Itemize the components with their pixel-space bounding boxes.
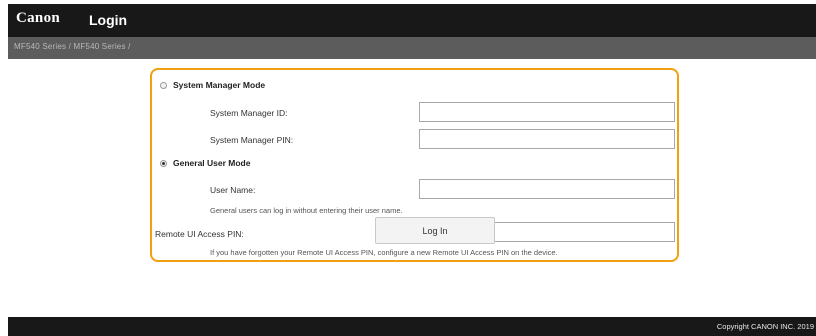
page-title: Login bbox=[89, 12, 128, 28]
system-manager-id-input[interactable] bbox=[419, 102, 675, 122]
remote-ui-pin-hint: If you have forgotten your Remote UI Acc… bbox=[210, 248, 558, 257]
device-breadcrumb-bar: MF540 Series / MF540 Series / bbox=[8, 37, 816, 59]
general-user-hint: General users can log in without enterin… bbox=[210, 206, 403, 215]
general-user-mode-radio[interactable] bbox=[160, 160, 167, 167]
system-manager-id-label: System Manager ID: bbox=[210, 108, 288, 118]
log-in-button[interactable]: Log In bbox=[375, 217, 495, 244]
footer: Copyright CANON INC. 2019 bbox=[8, 317, 816, 336]
user-name-input[interactable] bbox=[419, 179, 675, 199]
copyright-text: Copyright CANON INC. 2019 bbox=[716, 322, 814, 331]
browser-page: Canon Login MF540 Series / MF540 Series … bbox=[8, 4, 816, 336]
canon-logo: Canon bbox=[16, 10, 61, 26]
system-manager-pin-input[interactable] bbox=[419, 129, 675, 149]
general-user-mode-label[interactable]: General User Mode bbox=[173, 158, 250, 168]
breadcrumb: MF540 Series / MF540 Series / bbox=[14, 42, 131, 51]
system-manager-mode-radio[interactable] bbox=[160, 82, 167, 89]
remote-ui-pin-label: Remote UI Access PIN: bbox=[155, 229, 244, 239]
main-content: System Manager Mode System Manager ID: S… bbox=[8, 59, 816, 317]
user-name-label: User Name: bbox=[210, 185, 256, 195]
system-manager-mode-label[interactable]: System Manager Mode bbox=[173, 80, 265, 90]
system-manager-pin-label: System Manager PIN: bbox=[210, 135, 294, 145]
top-header: Canon Login bbox=[8, 4, 816, 37]
